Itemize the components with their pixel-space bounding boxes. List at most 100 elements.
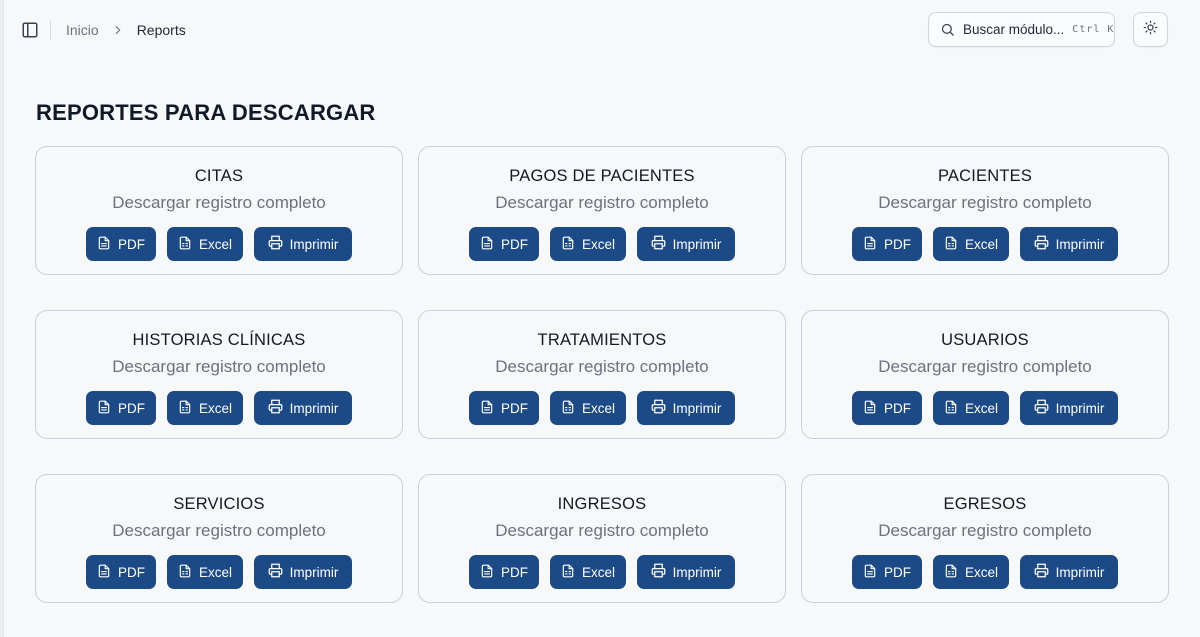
excel-button-label: Excel: [965, 236, 999, 252]
pdf-button-label: PDF: [884, 564, 911, 580]
pdf-button-label: PDF: [118, 236, 145, 252]
report-card-title: INGRESOS: [557, 495, 647, 513]
page-title: REPORTES PARA DESCARGAR: [36, 100, 376, 125]
excel-button-label: Excel: [199, 400, 233, 416]
file-text-icon: [863, 564, 877, 581]
print-button-label: Imprimir: [289, 236, 339, 252]
pdf-button-label: PDF: [884, 236, 911, 252]
report-card: CITAS Descargar registro completo PDF Ex…: [35, 146, 403, 275]
print-button[interactable]: Imprimir: [637, 227, 735, 261]
printer-icon: [268, 399, 283, 417]
excel-button-label: Excel: [199, 564, 233, 580]
print-button-label: Imprimir: [1055, 236, 1105, 252]
excel-button[interactable]: Excel: [550, 555, 626, 589]
print-button-label: Imprimir: [1055, 400, 1105, 416]
report-card: HISTORIAS CLÍNICAS Descargar registro co…: [35, 310, 403, 439]
excel-button[interactable]: Excel: [167, 227, 243, 261]
file-spreadsheet-icon: [178, 400, 192, 417]
pdf-button[interactable]: PDF: [86, 555, 156, 589]
report-card-subtitle: Descargar registro completo: [878, 357, 1092, 376]
pdf-button[interactable]: PDF: [469, 391, 539, 425]
report-card: TRATAMIENTOS Descargar registro completo…: [418, 310, 786, 439]
report-card-actions: PDF Excel Imprimir: [852, 555, 1118, 589]
excel-button[interactable]: Excel: [933, 227, 1009, 261]
report-card-actions: PDF Excel Imprimir: [852, 391, 1118, 425]
excel-button[interactable]: Excel: [550, 391, 626, 425]
print-button[interactable]: Imprimir: [254, 555, 352, 589]
pdf-button[interactable]: PDF: [852, 391, 922, 425]
pdf-button[interactable]: PDF: [469, 555, 539, 589]
excel-button-label: Excel: [582, 564, 616, 580]
report-card-title: SERVICIOS: [173, 495, 265, 513]
chevron-right-icon: [111, 23, 125, 37]
report-card-actions: PDF Excel Imprimir: [86, 555, 352, 589]
print-button[interactable]: Imprimir: [1020, 391, 1118, 425]
pdf-button[interactable]: PDF: [852, 555, 922, 589]
file-text-icon: [97, 564, 111, 581]
report-card-subtitle: Descargar registro completo: [878, 193, 1092, 212]
file-spreadsheet-icon: [561, 236, 575, 253]
pdf-button[interactable]: PDF: [86, 391, 156, 425]
sidebar-toggle-icon[interactable]: [21, 21, 39, 39]
report-card-subtitle: Descargar registro completo: [495, 521, 709, 540]
excel-button[interactable]: Excel: [933, 555, 1009, 589]
print-button-label: Imprimir: [672, 400, 722, 416]
print-button-label: Imprimir: [289, 400, 339, 416]
file-spreadsheet-icon: [178, 236, 192, 253]
sun-icon: [1143, 20, 1158, 40]
file-spreadsheet-icon: [178, 564, 192, 581]
report-card-title: USUARIOS: [941, 331, 1029, 349]
search-input[interactable]: Buscar módulo... Ctrl K: [928, 12, 1115, 47]
printer-icon: [651, 399, 666, 417]
report-card-subtitle: Descargar registro completo: [495, 357, 709, 376]
report-card: EGRESOS Descargar registro completo PDF: [801, 474, 1169, 603]
report-card-actions: PDF Excel Imprimir: [86, 227, 352, 261]
report-card-title: PAGOS DE PACIENTES: [509, 167, 695, 185]
pdf-button[interactable]: PDF: [469, 227, 539, 261]
excel-button-label: Excel: [965, 564, 999, 580]
excel-button[interactable]: Excel: [933, 391, 1009, 425]
breadcrumb-home-link[interactable]: Inicio: [66, 22, 99, 38]
report-card-actions: PDF Excel Imprimir: [469, 227, 735, 261]
theme-toggle-button[interactable]: [1133, 12, 1168, 47]
print-button-label: Imprimir: [672, 564, 722, 580]
pdf-button[interactable]: PDF: [852, 227, 922, 261]
print-button[interactable]: Imprimir: [254, 227, 352, 261]
printer-icon: [1034, 399, 1049, 417]
excel-button[interactable]: Excel: [550, 227, 626, 261]
print-button[interactable]: Imprimir: [1020, 227, 1118, 261]
report-card-actions: PDF Excel Imprimir: [469, 555, 735, 589]
print-button[interactable]: Imprimir: [637, 555, 735, 589]
top-bar: Inicio Reports Buscar módulo... Ctrl K: [4, 0, 1200, 62]
print-button-label: Imprimir: [289, 564, 339, 580]
print-button[interactable]: Imprimir: [637, 391, 735, 425]
excel-button-label: Excel: [965, 400, 999, 416]
pdf-button-label: PDF: [501, 564, 528, 580]
excel-button[interactable]: Excel: [167, 555, 243, 589]
file-spreadsheet-icon: [561, 400, 575, 417]
file-text-icon: [97, 236, 111, 253]
pdf-button-label: PDF: [118, 400, 145, 416]
report-card-actions: PDF Excel Imprimir: [852, 227, 1118, 261]
pdf-button[interactable]: PDF: [86, 227, 156, 261]
file-text-icon: [480, 236, 494, 253]
file-spreadsheet-icon: [561, 564, 575, 581]
header-divider: [50, 20, 51, 40]
report-card-actions: PDF Excel Imprimir: [469, 391, 735, 425]
file-spreadsheet-icon: [944, 400, 958, 417]
report-card-title: TRATAMIENTOS: [537, 331, 667, 349]
report-card-title: CITAS: [194, 167, 244, 185]
report-card-title: HISTORIAS CLÍNICAS: [132, 331, 306, 349]
printer-icon: [268, 563, 283, 581]
search-icon: [940, 22, 955, 37]
excel-button[interactable]: Excel: [167, 391, 243, 425]
printer-icon: [651, 563, 666, 581]
search-shortcut-hint: Ctrl K: [1072, 24, 1115, 35]
print-button[interactable]: Imprimir: [1020, 555, 1118, 589]
report-card: PACIENTES Descargar registro completo PD…: [801, 146, 1169, 275]
breadcrumb-current: Reports: [136, 22, 186, 38]
pdf-button-label: PDF: [884, 400, 911, 416]
report-card: INGRESOS Descargar registro completo PDF: [418, 474, 786, 603]
pdf-button-label: PDF: [501, 400, 528, 416]
print-button[interactable]: Imprimir: [254, 391, 352, 425]
